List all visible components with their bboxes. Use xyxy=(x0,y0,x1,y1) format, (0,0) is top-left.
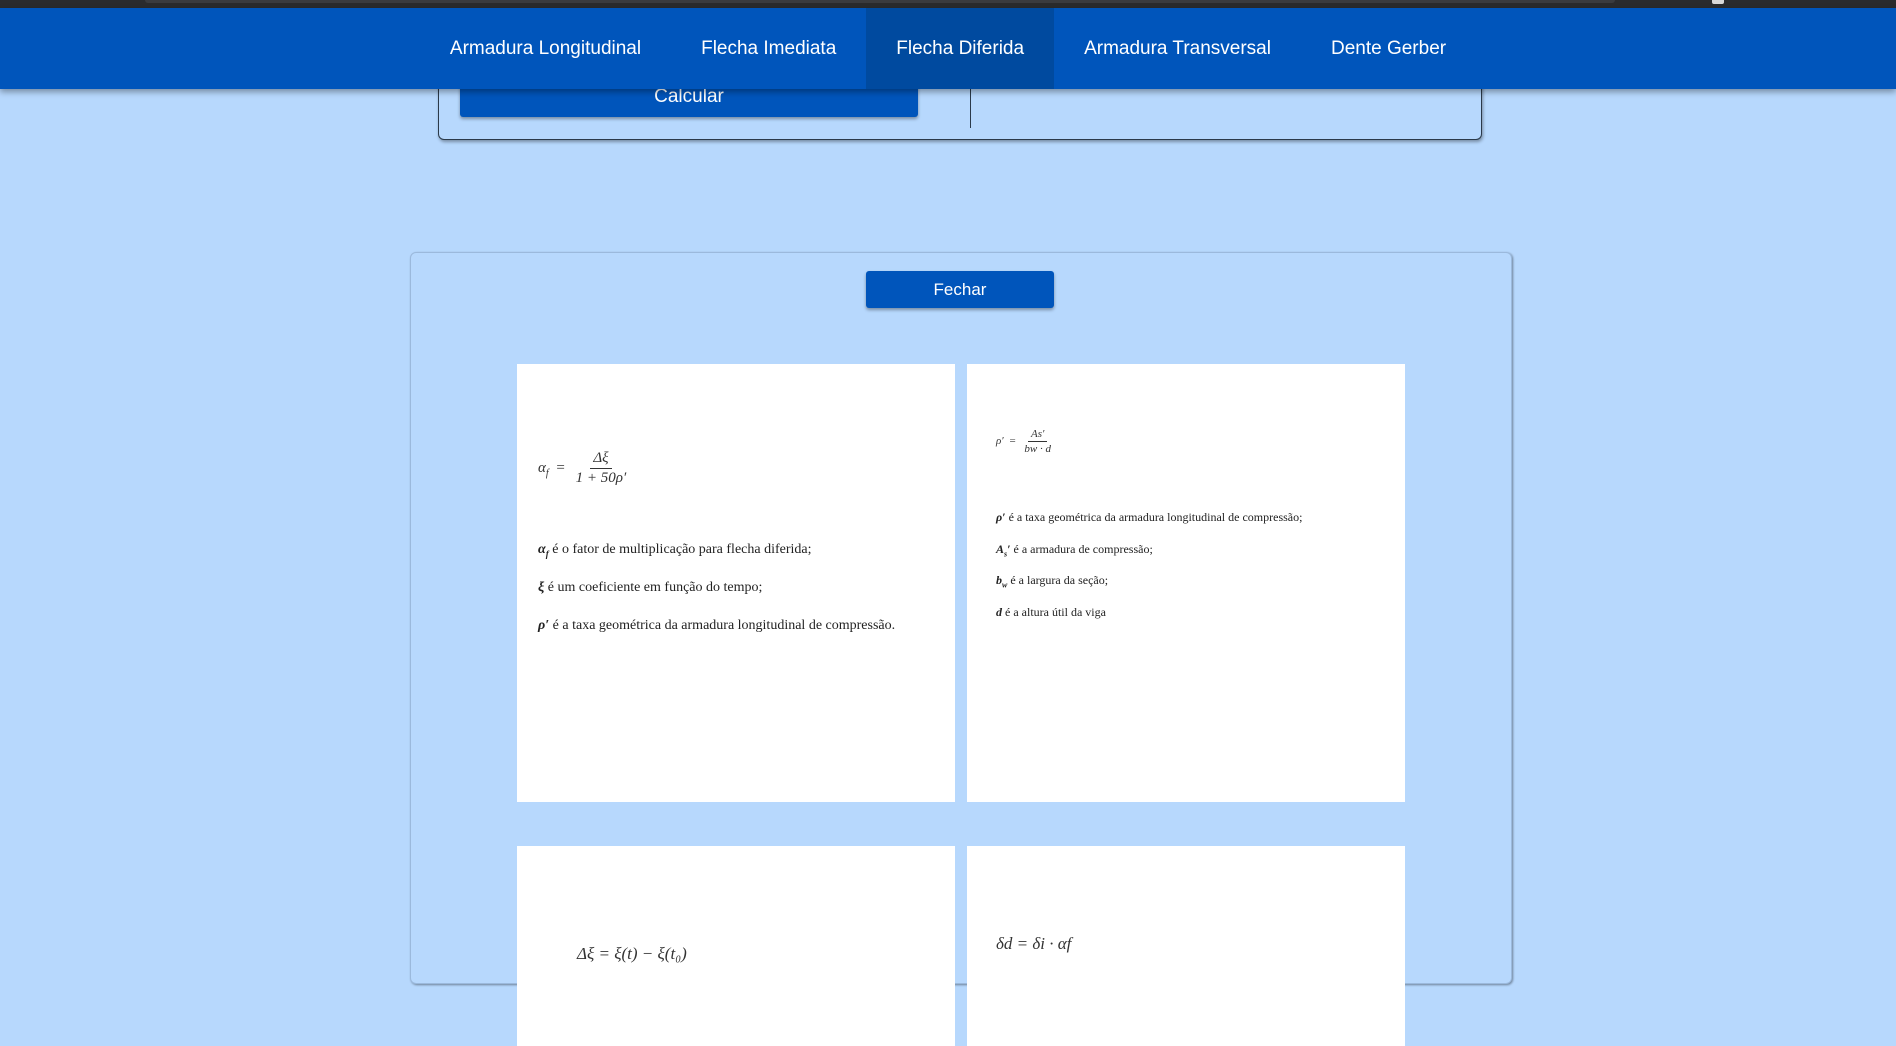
fraction-denominator: bw · d xyxy=(1024,443,1051,455)
formula-fraction: Δξ 1 + 50ρ′ xyxy=(573,450,630,487)
close-button[interactable]: Fechar xyxy=(866,271,1054,308)
nav-armadura-longitudinal[interactable]: Armadura Longitudinal xyxy=(420,8,671,89)
nav-dente-gerber[interactable]: Dente Gerber xyxy=(1301,8,1476,89)
rho-formula: ρ′ = As′ bw · d xyxy=(996,428,1054,455)
address-bar-edge xyxy=(145,0,1615,3)
formula-card-delta-xi: Δξ = ξ(t) − ξ(t₀) xyxy=(517,846,955,1046)
definition-text: é a largura da seção; xyxy=(1007,573,1109,587)
definition-text: é a altura útil da viga xyxy=(1002,605,1106,619)
fraction-numerator: As′ xyxy=(1028,428,1048,442)
alpha-formula: αf = Δξ 1 + 50ρ′ xyxy=(538,450,629,487)
definition-item: ξ é um coeficiente em função do tempo; xyxy=(538,580,762,596)
definition-item: ρ′ é a taxa geométrica da armadura longi… xyxy=(996,510,1302,525)
formula-card-delta-d: δd = δi · αf xyxy=(967,846,1405,1046)
formula-card-rho: ρ′ = As′ bw · d ρ′ é a taxa geométrica d… xyxy=(967,364,1405,802)
definition-symbol: α xyxy=(538,542,546,557)
definition-text: é um coeficiente em função do tempo; xyxy=(544,580,763,595)
formula-equals: = xyxy=(556,459,565,476)
definition-item: ρ′ é a taxa geométrica da armadura longi… xyxy=(538,618,895,634)
formula-equals: = xyxy=(1009,435,1016,448)
fraction-numerator: Δξ xyxy=(590,450,612,469)
definition-text: é a armadura de compressão; xyxy=(1010,542,1153,556)
formula-help-modal: Fechar αf = Δξ 1 + 50ρ′ αf é o fator de … xyxy=(410,252,1512,1046)
definition-item: d é a altura útil da viga xyxy=(996,605,1106,620)
definition-text: é a taxa geométrica da armadura longitud… xyxy=(549,618,896,633)
delta-xi-formula: Δξ = ξ(t) − ξ(t₀) xyxy=(577,944,687,963)
formula-lhs: ρ′ xyxy=(996,435,1004,448)
nav-armadura-transversal[interactable]: Armadura Transversal xyxy=(1054,8,1301,89)
definition-symbol: ρ′ xyxy=(538,618,550,633)
definition-item: αf é o fator de multiplicação para flech… xyxy=(538,542,812,559)
fraction-denominator: 1 + 50ρ′ xyxy=(575,470,627,486)
definition-text: é o fator de multiplicação para flecha d… xyxy=(548,542,812,557)
extension-icon[interactable] xyxy=(1712,0,1724,4)
browser-chrome-strip xyxy=(0,0,1896,8)
top-navbar: Armadura Longitudinal Flecha Imediata Fl… xyxy=(0,8,1896,89)
formula-fraction: As′ bw · d xyxy=(1021,428,1054,455)
formula-lhs: α xyxy=(538,459,546,476)
definition-text: é a taxa geométrica da armadura longitud… xyxy=(1005,510,1303,524)
definition-item: bw é a largura da seção; xyxy=(996,573,1108,589)
definition-symbol: ρ′ xyxy=(996,510,1006,524)
delta-d-formula: δd = δi · αf xyxy=(996,934,1072,953)
formula-card-alpha: αf = Δξ 1 + 50ρ′ αf é o fator de multipl… xyxy=(517,364,955,802)
nav-flecha-diferida[interactable]: Flecha Diferida xyxy=(866,8,1055,89)
nav-flecha-imediata[interactable]: Flecha Imediata xyxy=(671,8,866,89)
formula-lhs-sub: f xyxy=(545,467,549,479)
definition-item: As′ é a armadura de compressão; xyxy=(996,542,1153,558)
definition-symbol: A xyxy=(996,542,1005,556)
